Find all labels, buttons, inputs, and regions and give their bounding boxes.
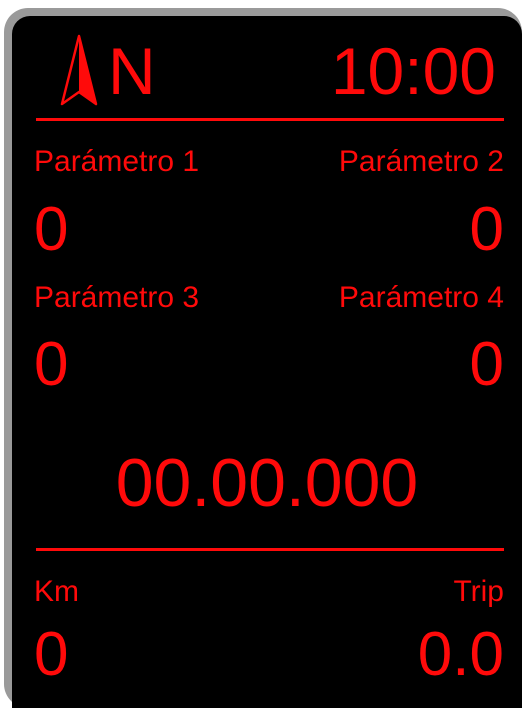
parameter-2-label: Parámetro 2 [338, 145, 504, 178]
compass-heading: N [108, 34, 156, 108]
parameter-1-label: Parámetro 1 [34, 145, 200, 178]
top-divider [36, 118, 504, 121]
km-value: 0 [34, 620, 69, 689]
dashboard-screen: N 10:00 Parámetro 1 Parámetro 2 0 0 Pará… [12, 16, 522, 708]
parameter-4-value: 0 [469, 330, 504, 399]
clock-time: 10:00 [330, 34, 496, 108]
parameter-3-label: Parámetro 3 [34, 281, 200, 314]
parameter-3-value: 0 [34, 330, 69, 399]
parameter-2-value: 0 [469, 195, 504, 264]
compass-arrow-icon [60, 34, 98, 106]
trip-label: Trip [453, 575, 504, 608]
parameter-4-label: Parámetro 4 [338, 281, 504, 314]
trip-value: 0.0 [417, 620, 504, 689]
bottom-divider [36, 548, 504, 551]
parameter-1-value: 0 [34, 195, 69, 264]
km-label: Km [34, 575, 79, 608]
coordinate-readout: 00.00.000 [115, 445, 419, 521]
